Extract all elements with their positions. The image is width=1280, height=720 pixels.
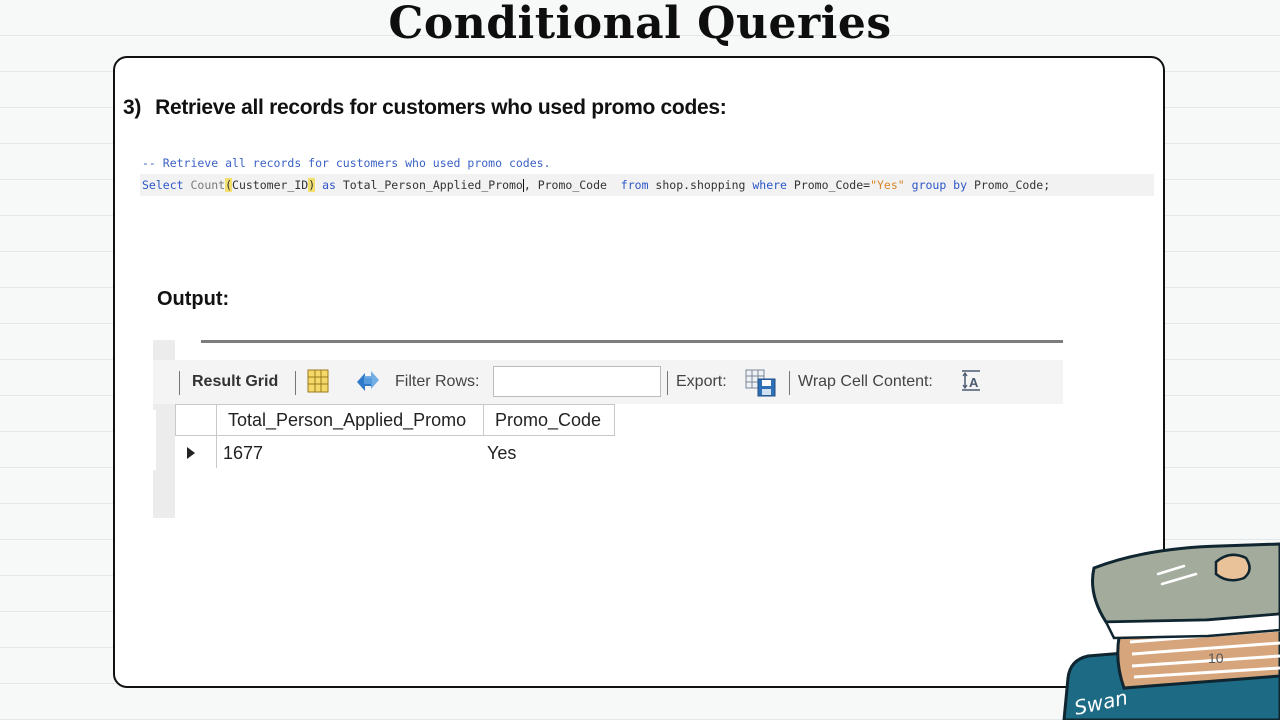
page-number: 10 xyxy=(1208,650,1224,666)
where-condition: Promo_Code= xyxy=(786,178,871,192)
kw-select: Select xyxy=(142,178,191,192)
slide-title: Conditional Queries xyxy=(388,0,892,49)
toolbar-separator xyxy=(789,371,790,395)
export-icon[interactable] xyxy=(745,369,777,397)
wrap-cell-label: Wrap Cell Content: xyxy=(798,373,933,390)
row-header-corner xyxy=(175,404,217,436)
column-header[interactable]: Total_Person_Applied_Promo xyxy=(216,404,484,436)
toolbar-separator xyxy=(179,371,180,395)
row-indicator[interactable] xyxy=(175,436,217,468)
result-grid: Total_Person_Applied_Promo Promo_Code 16… xyxy=(175,404,1063,518)
group-column: Promo_Code; xyxy=(967,178,1051,192)
code-comment: -- Retrieve all records for customers wh… xyxy=(142,156,551,170)
filter-rows-label: Filter Rows: xyxy=(395,373,480,390)
result-grid-tab[interactable]: Result Grid xyxy=(192,373,278,391)
question-number: 3) xyxy=(123,96,142,119)
books-illustration-icon: Swan xyxy=(1062,542,1280,720)
column-header[interactable]: Promo_Code xyxy=(483,404,615,436)
content-card: 3) Retrieve all records for customers who… xyxy=(113,56,1165,688)
question-heading: 3) Retrieve all records for customers who… xyxy=(123,96,727,120)
svg-text:A: A xyxy=(969,375,979,390)
toolbar-separator xyxy=(295,371,296,395)
string-literal: "Yes" xyxy=(870,178,905,192)
toolbar-separator xyxy=(667,371,668,395)
fn-count: Count xyxy=(190,178,226,192)
wrap-text-icon[interactable]: A xyxy=(961,369,983,393)
paren-open: ( xyxy=(225,178,233,192)
table-cell[interactable]: Yes xyxy=(487,440,516,466)
refresh-icon[interactable] xyxy=(353,369,383,393)
output-label: Output: xyxy=(157,288,230,310)
table-name: shop.shopping xyxy=(648,178,753,192)
grid-view-icon[interactable] xyxy=(307,369,329,393)
count-arg: Customer_ID xyxy=(232,178,309,192)
kw-as: as xyxy=(315,178,343,192)
question-text: Retrieve all records for customers who u… xyxy=(155,96,727,119)
table-cell[interactable]: 1677 xyxy=(223,440,263,466)
code-line-active[interactable]: Select Count(Customer_ID) as Total_Perso… xyxy=(140,174,1154,196)
kw-where: where xyxy=(752,178,787,192)
select-rest: , Promo_Code xyxy=(523,178,621,192)
kw-group-by: group by xyxy=(911,178,968,192)
result-toolbar: Result Grid Filter Rows: Export: Wrap Ce… xyxy=(153,360,1063,404)
filter-rows-input[interactable] xyxy=(493,366,661,397)
panel-divider xyxy=(201,340,1063,343)
sql-editor[interactable]: -- Retrieve all records for customers wh… xyxy=(140,154,1154,198)
row-pointer-icon xyxy=(187,447,195,459)
kw-from: from xyxy=(620,178,649,192)
export-label: Export: xyxy=(676,373,727,390)
result-panel: Result Grid Filter Rows: Export: Wrap Ce… xyxy=(153,340,1063,518)
alias-name: Total_Person_Applied_Promo xyxy=(342,178,523,192)
